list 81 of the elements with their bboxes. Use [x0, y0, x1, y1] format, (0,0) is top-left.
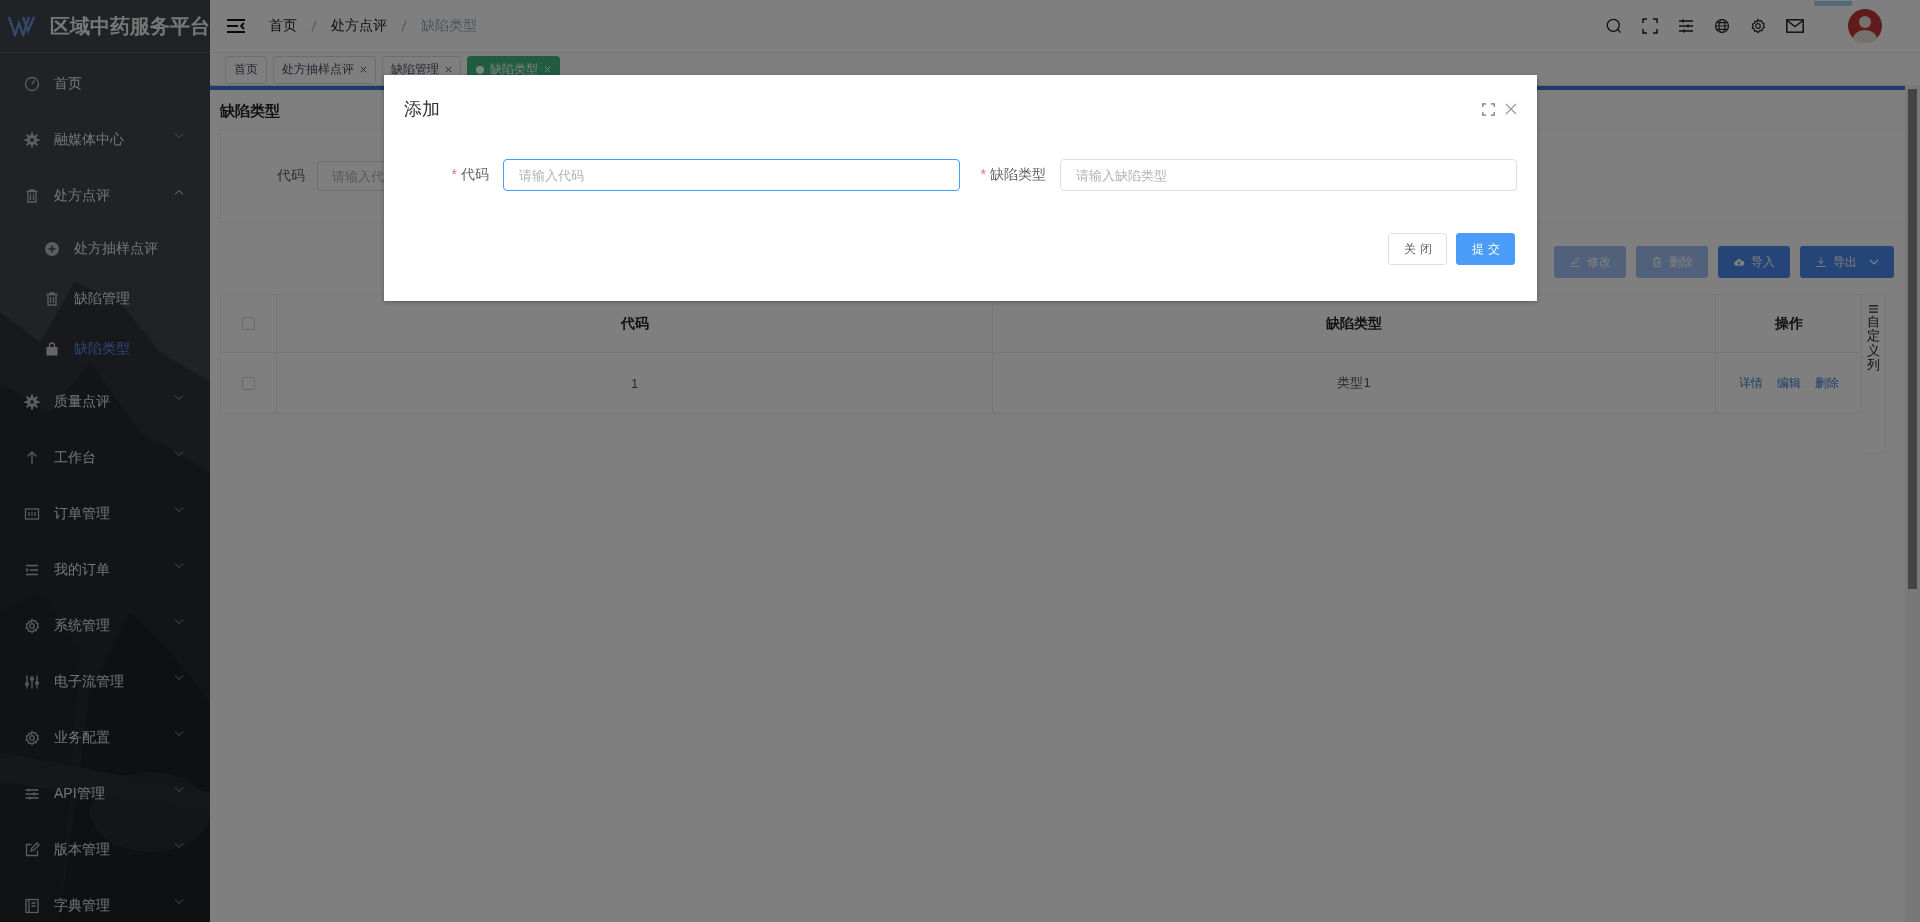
page-title: 缺陷类型 — [220, 102, 280, 121]
breadcrumb-item[interactable]: 首页 — [269, 17, 297, 35]
close-icon[interactable] — [1505, 103, 1517, 115]
submenu-item[interactable]: 缺陷类型 — [0, 324, 210, 374]
book-icon — [24, 898, 40, 914]
logo-icon — [8, 15, 36, 37]
action-link[interactable]: 详情 — [1738, 374, 1763, 392]
menu-item[interactable]: 订单管理 — [0, 486, 210, 542]
cog-icon — [24, 618, 40, 634]
trash-icon — [1651, 256, 1663, 268]
indicator-bar — [1814, 1, 1852, 6]
board-icon — [24, 506, 40, 522]
slash-icon — [311, 20, 317, 32]
menu-item[interactable]: 版本管理 — [0, 822, 210, 878]
gauge-icon — [24, 76, 40, 92]
app-title: 区域中药服务平台 — [50, 13, 210, 39]
trash-icon — [44, 291, 60, 307]
export-button[interactable]: 导出 — [1800, 246, 1894, 278]
close-button[interactable]: 关闭 — [1388, 233, 1447, 265]
menu-item[interactable]: 融媒体中心 — [0, 112, 210, 168]
menu-item[interactable]: 我的订单 — [0, 542, 210, 598]
menu-item[interactable]: 业务配置 — [0, 710, 210, 766]
close-icon[interactable] — [445, 66, 452, 73]
menu-item[interactable]: 字典管理 — [0, 878, 210, 922]
breadcrumb-item[interactable]: 处方点评 — [331, 17, 387, 35]
required-mark: * — [451, 166, 457, 182]
menu-item[interactable]: 工作台 — [0, 430, 210, 486]
settings-icon[interactable] — [1750, 18, 1766, 34]
table-cell: 类型1 — [993, 353, 1716, 413]
menu-item[interactable]: 系统管理 — [0, 598, 210, 654]
caret-icon — [1869, 259, 1879, 265]
menu-item[interactable]: API管理 — [0, 766, 210, 822]
close-icon[interactable] — [360, 66, 367, 73]
field-label: 缺陷类型 — [990, 166, 1046, 182]
menu-item[interactable]: 首页 — [0, 56, 210, 112]
table-cell: 1 — [277, 353, 993, 413]
page-tab[interactable]: 处方抽样点评 — [273, 55, 376, 84]
action-link[interactable]: 编辑 — [1776, 374, 1801, 392]
mail-icon[interactable] — [1786, 19, 1804, 33]
gear-icon — [24, 394, 40, 410]
active-dot — [476, 65, 484, 74]
field-label: 代码 — [277, 167, 305, 185]
list-icon — [1869, 305, 1878, 313]
submenu-item[interactable]: 处方抽样点评 — [0, 224, 210, 274]
slash-icon — [401, 20, 407, 32]
avatar-icon[interactable] — [1848, 9, 1882, 43]
sliders-icon — [24, 674, 40, 690]
pen-icon — [1569, 256, 1581, 268]
cog-icon — [24, 730, 40, 746]
checkbox[interactable] — [242, 376, 255, 390]
menu-icon[interactable] — [227, 19, 245, 33]
list-icon — [24, 562, 40, 578]
import-button[interactable]: 导入 — [1718, 246, 1790, 278]
page-tab[interactable]: 首页 — [225, 55, 267, 84]
column-header: 操作 — [1773, 313, 1804, 333]
fullscreen-icon[interactable] — [1642, 18, 1658, 34]
tune-icon — [24, 786, 40, 802]
field-label: 代码 — [461, 166, 489, 182]
checkbox[interactable] — [242, 317, 255, 330]
edit-icon — [24, 842, 40, 858]
sliders-icon[interactable] — [1678, 18, 1694, 34]
trash-icon — [24, 188, 40, 204]
required-mark: * — [980, 166, 986, 182]
gear-icon — [24, 132, 40, 148]
menu-item[interactable]: 处方点评 — [0, 168, 210, 224]
menu-item[interactable]: 质量点评 — [0, 374, 210, 430]
scrollbar[interactable] — [1905, 85, 1920, 922]
submenu-item[interactable]: 缺陷管理 — [0, 274, 210, 324]
dialog-title: 添加 — [404, 98, 441, 121]
bag-icon — [44, 341, 60, 357]
plus-icon — [44, 241, 60, 257]
menu-item[interactable]: 电子流管理 — [0, 654, 210, 710]
input-field[interactable]: 请输入代码 — [503, 159, 960, 191]
fullscreen-icon[interactable] — [1482, 102, 1495, 116]
submit-button[interactable]: 提交 — [1456, 233, 1515, 265]
globe-icon[interactable] — [1714, 18, 1730, 34]
action-link[interactable]: 删除 — [1814, 374, 1839, 392]
download-icon — [1815, 256, 1827, 268]
column-settings-button[interactable]: 自定义列 — [1862, 294, 1886, 454]
search-icon[interactable] — [1606, 18, 1622, 34]
cloud-icon — [1733, 256, 1745, 268]
